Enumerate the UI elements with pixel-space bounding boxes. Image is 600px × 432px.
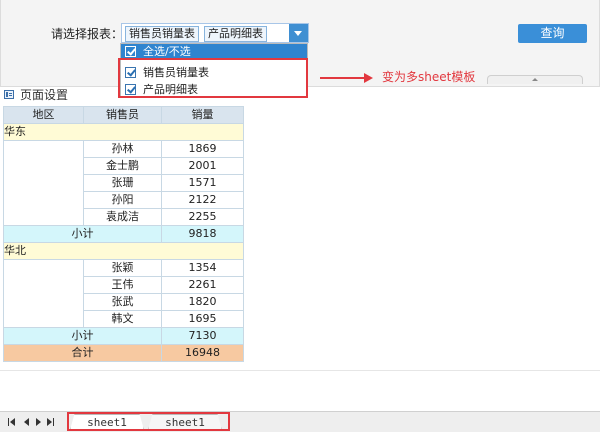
subtotal-value: 9818 — [161, 225, 244, 243]
subtotal-label: 小计 — [3, 225, 162, 243]
next-sheet-button[interactable] — [34, 416, 44, 428]
select-all-label: 全选/不选 — [143, 45, 191, 58]
report-multiselect[interactable]: 销售员销量表 产品明细表 — [121, 23, 309, 43]
region-name: 华东 — [3, 123, 244, 141]
table-row: 张颖 1354 — [3, 259, 244, 328]
selected-tag-product-detail[interactable]: 产品明细表 — [204, 26, 267, 42]
annotation-arrow-line — [320, 77, 366, 79]
salesperson-cell: 袁成洁 — [83, 208, 162, 226]
sales-cell: 1695 — [161, 310, 244, 328]
triangle-right-icon — [36, 418, 41, 426]
triangle-left-icon — [10, 418, 15, 426]
region-row: 华东 — [3, 123, 244, 141]
triangle-right-icon — [47, 418, 52, 426]
salesperson-cell: 孙阳 — [83, 191, 162, 209]
collapse-panel-handle[interactable] — [487, 75, 583, 84]
sheet-tabs-highlight-box — [67, 412, 230, 431]
first-sheet-button[interactable] — [8, 416, 18, 428]
last-page-icon — [53, 418, 54, 426]
report-select-label: 请选择报表： — [51, 27, 124, 41]
subtotal-row: 小计 9818 — [3, 225, 244, 243]
triangle-left-icon — [24, 418, 29, 426]
subtotal-row: 小计 7130 — [3, 327, 244, 345]
sales-cell: 1571 — [161, 174, 244, 192]
salesperson-cell: 韩文 — [83, 310, 162, 328]
first-page-icon — [8, 418, 9, 426]
prev-sheet-button[interactable] — [22, 416, 32, 428]
column-header: 销售员 — [83, 106, 162, 124]
select-all-option[interactable]: 全选/不选 — [121, 44, 307, 59]
arrow-right-icon — [364, 73, 373, 83]
annotation-text: 变为多sheet模板 — [382, 70, 476, 84]
dropdown-toggle-button[interactable] — [289, 24, 308, 42]
page-setup-icon — [4, 90, 14, 99]
salesperson-cell: 金士鹏 — [83, 157, 162, 175]
table-row: 孙林 1869 — [3, 140, 244, 226]
region-cell — [3, 140, 84, 226]
query-button[interactable]: 查询 — [518, 24, 587, 43]
region-name: 华北 — [3, 242, 244, 260]
total-row: 合计 16948 — [3, 344, 244, 362]
sales-cell: 2001 — [161, 157, 244, 175]
sales-cell: 2255 — [161, 208, 244, 226]
subtotal-value: 7130 — [161, 327, 244, 345]
salesperson-cell: 王伟 — [83, 276, 162, 294]
subtotal-label: 小计 — [3, 327, 162, 345]
column-header: 地区 — [3, 106, 84, 124]
chevron-up-icon — [532, 78, 538, 81]
region-row: 华北 — [3, 242, 244, 260]
sales-report-table: 地区 销售员 销量 华东 孙林 1869 金士鹏 2001 张珊 1571 孙阳… — [3, 106, 244, 362]
salesperson-cell: 张珊 — [83, 174, 162, 192]
content-divider — [0, 370, 600, 371]
salesperson-cell: 孙林 — [83, 140, 162, 158]
selected-tag-sales-report[interactable]: 销售员销量表 — [125, 26, 199, 42]
column-header: 销量 — [161, 106, 244, 124]
total-value: 16948 — [161, 344, 244, 362]
sales-cell: 1869 — [161, 140, 244, 158]
total-label: 合计 — [3, 344, 162, 362]
annotation-highlight-box — [118, 58, 308, 98]
sales-cell: 1354 — [161, 259, 244, 277]
page-setup-label: 页面设置 — [20, 88, 69, 102]
last-sheet-button[interactable] — [46, 416, 56, 428]
sales-cell: 2122 — [161, 191, 244, 209]
chevron-down-icon — [294, 31, 302, 36]
sales-cell: 2261 — [161, 276, 244, 294]
sales-cell: 1820 — [161, 293, 244, 311]
checkbox-checked-icon[interactable] — [125, 46, 136, 57]
region-cell — [3, 259, 84, 328]
salesperson-cell: 张颖 — [83, 259, 162, 277]
table-header-row: 地区 销售员 销量 — [3, 106, 244, 124]
salesperson-cell: 张武 — [83, 293, 162, 311]
